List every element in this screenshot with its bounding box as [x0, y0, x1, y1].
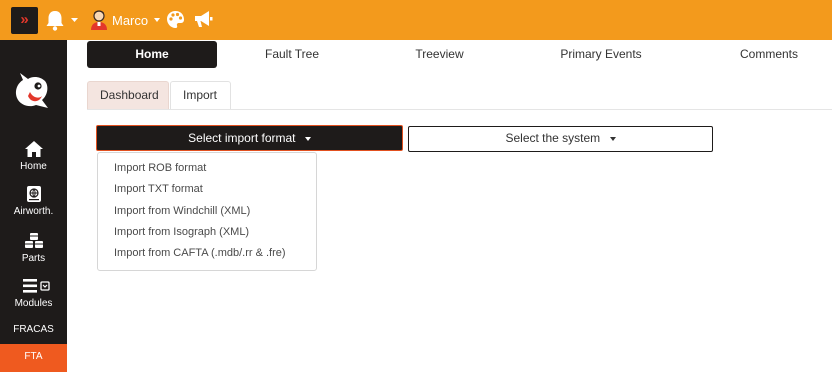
import-option-isograph[interactable]: Import from Isograph (XML): [114, 226, 249, 238]
tab-comments[interactable]: Comments: [709, 41, 829, 68]
megaphone-icon: [195, 11, 213, 27]
collapse-sidebar-button[interactable]: »: [11, 7, 38, 34]
user-menu[interactable]: Marco: [90, 8, 161, 32]
import-format-dropdown: Import ROB format Import TXT format Impo…: [97, 152, 317, 271]
tab-fault-tree[interactable]: Fault Tree: [232, 41, 352, 68]
sidebar-item-label: FTA: [24, 351, 43, 362]
sidebar-item-airworth[interactable]: Airworth.: [0, 185, 67, 217]
tab-primary-events[interactable]: Primary Events: [531, 41, 671, 68]
sidebar: Home Airworth. Parts Modules FRACAS FTA: [0, 40, 67, 372]
chevron-down-icon: [154, 18, 161, 22]
import-format-label: Select import format: [188, 131, 296, 145]
import-option-rob[interactable]: Import ROB format: [114, 162, 206, 174]
home-icon: [24, 141, 43, 157]
sidebar-item-home[interactable]: Home: [0, 140, 67, 172]
globe-book-icon: [26, 186, 41, 202]
sidebar-item-parts[interactable]: Parts: [0, 232, 67, 264]
bars-icon: [22, 279, 50, 293]
select-system-button[interactable]: Select the system: [408, 126, 713, 152]
bird-logo-icon: [15, 73, 48, 108]
main-nav-tabs: Home Fault Tree Treeview Primary Events …: [87, 41, 832, 68]
user-name: Marco: [112, 12, 149, 28]
tab-import[interactable]: Import: [170, 81, 231, 110]
sidebar-item-fta[interactable]: FTA: [0, 344, 67, 372]
notifications-button[interactable]: [45, 8, 81, 32]
chevron-down-icon: [304, 136, 311, 141]
top-bar: » Marco: [0, 0, 832, 40]
system-label: Select the system: [505, 131, 601, 145]
import-option-windchill[interactable]: Import from Windchill (XML): [114, 205, 250, 217]
sidebar-item-label: FRACAS: [13, 324, 54, 335]
announcements-button[interactable]: [193, 9, 213, 34]
sidebar-item-label: Airworth.: [13, 206, 54, 217]
import-option-txt[interactable]: Import TXT format: [114, 183, 203, 195]
sidebar-item-label: Home: [20, 161, 47, 172]
sidebar-item-label: Parts: [21, 253, 46, 264]
palette-icon: [167, 11, 184, 28]
chevron-down-icon: [609, 136, 616, 141]
sidebar-item-label: Modules: [14, 298, 53, 309]
theme-button[interactable]: [166, 10, 185, 34]
sidebar-item-modules[interactable]: Modules: [0, 277, 67, 309]
import-option-cafta[interactable]: Import from CAFTA (.mdb/.rr & .fre): [114, 247, 286, 259]
bell-icon: [46, 11, 78, 31]
cubes-icon: [24, 233, 43, 248]
tab-home[interactable]: Home: [87, 41, 217, 68]
user-avatar-icon: [91, 10, 107, 30]
sidebar-item-fracas[interactable]: FRACAS: [0, 324, 67, 335]
tab-divider: [87, 109, 832, 110]
select-import-format-button[interactable]: Select import format: [96, 125, 403, 151]
tab-dashboard[interactable]: Dashboard: [87, 81, 169, 110]
tab-treeview[interactable]: Treeview: [377, 41, 502, 68]
